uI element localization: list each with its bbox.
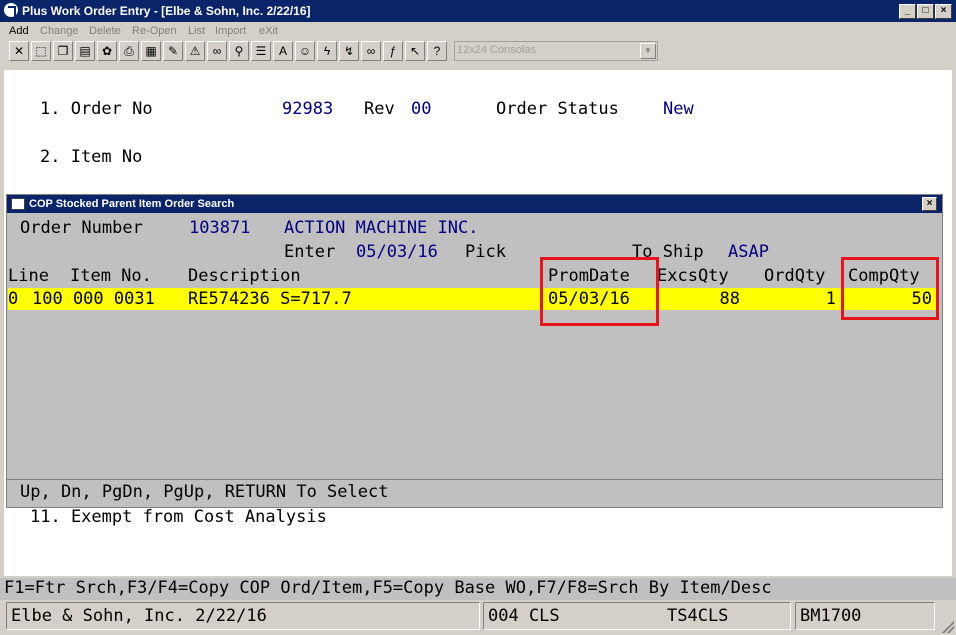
paste-icon[interactable]: ▤ bbox=[75, 41, 95, 61]
select-icon[interactable]: ⬚ bbox=[31, 41, 51, 61]
col-line-header: Line bbox=[8, 266, 49, 286]
search-icon[interactable]: ⚲ bbox=[229, 41, 249, 61]
menu-add[interactable]: Add bbox=[9, 25, 29, 37]
status-user: 004 CLS bbox=[488, 606, 560, 626]
warning-icon[interactable]: ⚠ bbox=[185, 41, 205, 61]
menu-list[interactable]: List bbox=[188, 25, 205, 37]
window-title: Plus Work Order Entry - [Elbe & Sohn, In… bbox=[22, 4, 311, 18]
binoculars-icon[interactable]: ∞ bbox=[207, 41, 227, 61]
help-icon[interactable]: ? bbox=[427, 41, 447, 61]
table-row[interactable]: 0 100 000 0031 RE574236 S=717.7 05/03/16… bbox=[8, 288, 939, 310]
customer-name: ACTION MACHINE INC. bbox=[284, 218, 479, 238]
app-icon bbox=[4, 3, 18, 17]
chevron-down-icon[interactable]: ▼ bbox=[640, 43, 656, 59]
window-title-bar: Plus Work Order Entry - [Elbe & Sohn, In… bbox=[0, 0, 956, 22]
col-excsqty-header: ExcsQty bbox=[657, 266, 729, 286]
row-ordqty: 1 bbox=[825, 289, 836, 309]
row-item-no: 100 000 0031 bbox=[32, 289, 155, 309]
col-ordqty-header: OrdQty bbox=[764, 266, 826, 286]
status-program: BM1700 bbox=[800, 606, 862, 626]
dialog-icon bbox=[11, 198, 25, 210]
function-icon[interactable]: ƒ bbox=[383, 41, 403, 61]
status-company: Elbe & Sohn, Inc. 2/22/16 bbox=[11, 606, 267, 626]
status-bar: Elbe & Sohn, Inc. 2/22/16 004 CLS TS4CLS… bbox=[0, 600, 956, 635]
order-status-value: New bbox=[663, 99, 694, 119]
user-icon[interactable]: ☺ bbox=[295, 41, 315, 61]
to-ship-value: ASAP bbox=[728, 242, 769, 262]
maximize-button[interactable]: □ bbox=[917, 4, 934, 19]
dialog-close-button[interactable]: × bbox=[922, 197, 937, 211]
exempt-cost-label: 11. Exempt from Cost Analysis bbox=[30, 507, 327, 527]
item-no-label: 2. Item No bbox=[40, 147, 143, 167]
order-no-value[interactable]: 92983 bbox=[282, 99, 333, 119]
link-icon[interactable]: ∞ bbox=[361, 41, 381, 61]
dialog-title-bar: COP Stocked Parent Item Order Search × bbox=[7, 195, 942, 213]
compqty-highlight-box bbox=[841, 257, 939, 320]
col-item-header: Item No. bbox=[70, 266, 152, 286]
dialog-title: COP Stocked Parent Item Order Search bbox=[29, 198, 235, 210]
status-user-panel: 004 CLS TS4CLS bbox=[483, 602, 791, 630]
lightning-icon[interactable]: ϟ bbox=[317, 41, 337, 61]
order-no-label: 1. Order No bbox=[40, 99, 153, 119]
status-terminal: TS4CLS bbox=[667, 606, 729, 626]
enter-label: Enter bbox=[284, 242, 336, 262]
menu-exit[interactable]: eXit bbox=[259, 25, 278, 37]
list-icon[interactable]: ☰ bbox=[251, 41, 271, 61]
settings-icon[interactable]: ✿ bbox=[97, 41, 117, 61]
font-select[interactable]: 12x24 Consolas ▼ bbox=[454, 41, 658, 61]
note-icon[interactable]: ▦ bbox=[141, 41, 161, 61]
rev-label: Rev bbox=[364, 99, 395, 119]
enter-date: 05/03/16 bbox=[356, 242, 438, 262]
menu-delete[interactable]: Delete bbox=[89, 25, 121, 37]
row-excsqty: 88 bbox=[719, 289, 740, 309]
flash-icon[interactable]: ↯ bbox=[339, 41, 359, 61]
col-description-header: Description bbox=[188, 266, 301, 286]
dialog-divider bbox=[7, 479, 942, 480]
pick-label: Pick bbox=[465, 242, 506, 262]
menu-reopen[interactable]: Re-Open bbox=[132, 25, 177, 37]
function-keys-text: F1=Ftr Srch,F3/F4=Copy COP Ord/Item,F5=C… bbox=[4, 578, 772, 598]
font-select-value: 12x24 Consolas bbox=[457, 44, 536, 56]
order-number-value: 103871 bbox=[189, 218, 251, 238]
status-company-panel: Elbe & Sohn, Inc. 2/22/16 bbox=[6, 602, 480, 630]
notepad-icon[interactable]: ✎ bbox=[163, 41, 183, 61]
copy-icon[interactable]: ❐ bbox=[53, 41, 73, 61]
menu-bar: Add Change Delete Re-Open List Import eX… bbox=[0, 23, 956, 40]
order-status-label: Order Status bbox=[496, 99, 619, 119]
function-key-bar: F1=Ftr Srch,F3/F4=Copy COP Ord/Item,F5=C… bbox=[0, 578, 956, 600]
order-number-label: Order Number bbox=[20, 218, 143, 238]
pointer-icon[interactable]: ↖ bbox=[405, 41, 425, 61]
order-search-dialog: COP Stocked Parent Item Order Search × O… bbox=[6, 194, 943, 508]
status-program-panel: BM1700 bbox=[795, 602, 935, 630]
rev-value[interactable]: 00 bbox=[411, 99, 431, 119]
print-icon[interactable]: ⎙ bbox=[119, 41, 139, 61]
row-line: 0 bbox=[8, 289, 19, 309]
close-x-icon[interactable]: ✕ bbox=[9, 41, 29, 61]
dialog-footer-hint: Up, Dn, PgDn, PgUp, RETURN To Select bbox=[20, 482, 389, 502]
resize-grip-icon[interactable] bbox=[942, 621, 954, 633]
minimize-button[interactable]: _ bbox=[899, 4, 916, 19]
menu-import[interactable]: Import bbox=[215, 25, 246, 37]
promdate-highlight-box bbox=[540, 257, 659, 326]
close-button[interactable]: × bbox=[935, 4, 952, 19]
menu-change[interactable]: Change bbox=[40, 25, 79, 37]
row-description: RE574236 S=717.7 bbox=[188, 289, 352, 309]
font-icon[interactable]: A bbox=[273, 41, 293, 61]
